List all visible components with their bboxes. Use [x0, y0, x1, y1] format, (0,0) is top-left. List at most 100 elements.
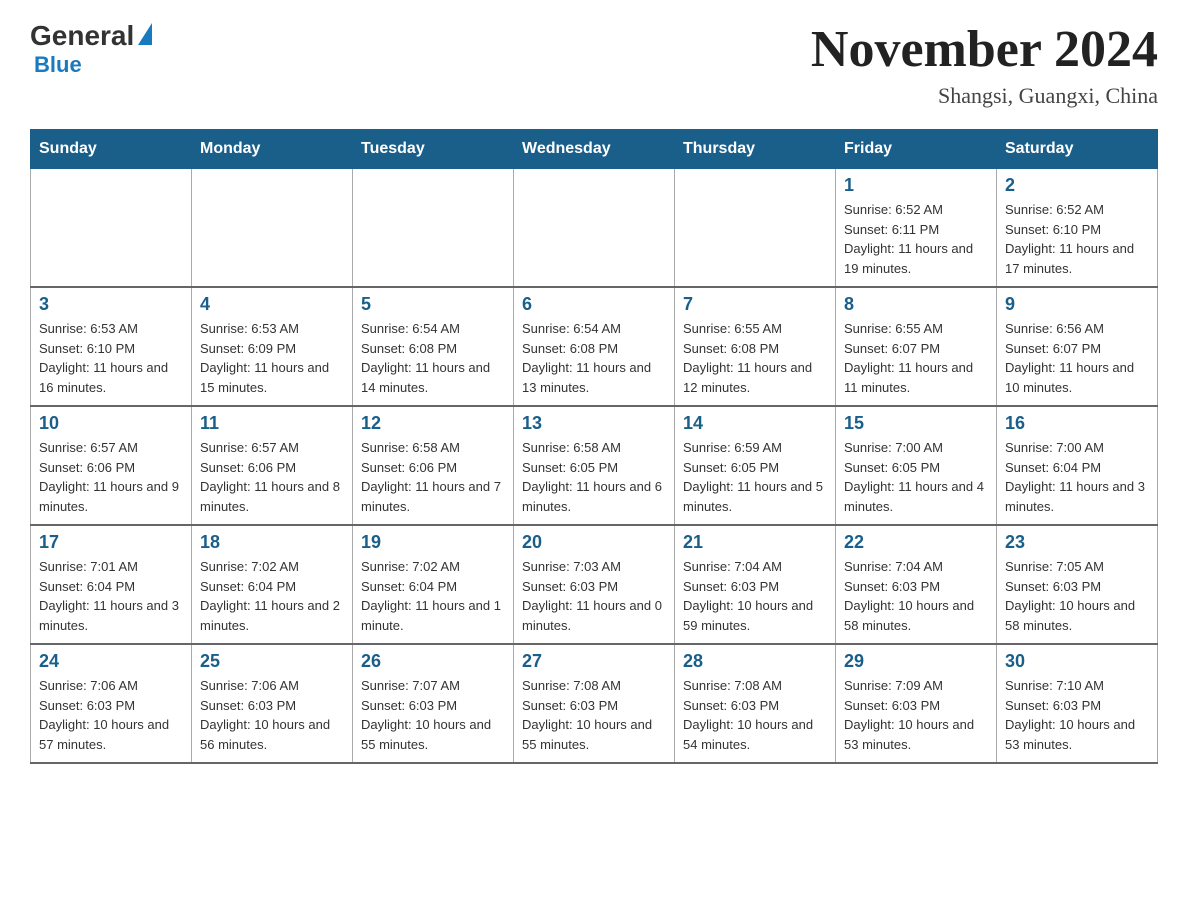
day-number: 13: [522, 413, 666, 434]
calendar-cell: 20 Sunrise: 7:03 AM Sunset: 6:03 PM Dayli…: [514, 525, 675, 644]
day-info: Sunrise: 7:04 AM Sunset: 6:03 PM Dayligh…: [683, 557, 827, 635]
day-info: Sunrise: 6:59 AM Sunset: 6:05 PM Dayligh…: [683, 438, 827, 516]
calendar-header-tuesday: Tuesday: [353, 130, 514, 169]
calendar-cell: 5 Sunrise: 6:54 AM Sunset: 6:08 PM Daylig…: [353, 287, 514, 406]
calendar-cell: 30 Sunrise: 7:10 AM Sunset: 6:03 PM Dayli…: [997, 644, 1158, 763]
logo-triangle-icon: [138, 23, 152, 45]
day-info: Sunrise: 7:03 AM Sunset: 6:03 PM Dayligh…: [522, 557, 666, 635]
calendar-week-row: 10 Sunrise: 6:57 AM Sunset: 6:06 PM Dayli…: [31, 406, 1158, 525]
day-info: Sunrise: 7:04 AM Sunset: 6:03 PM Dayligh…: [844, 557, 988, 635]
day-number: 4: [200, 294, 344, 315]
calendar-cell: [675, 169, 836, 288]
day-info: Sunrise: 7:02 AM Sunset: 6:04 PM Dayligh…: [361, 557, 505, 635]
day-number: 9: [1005, 294, 1149, 315]
day-number: 7: [683, 294, 827, 315]
calendar-cell: 16Sunrise: 7:00 AM Sunset: 6:04 PM Dayli…: [997, 406, 1158, 525]
calendar-cell: [353, 169, 514, 288]
day-info: Sunrise: 6:54 AM Sunset: 6:08 PM Dayligh…: [361, 319, 505, 397]
day-number: 11: [200, 413, 344, 434]
calendar-cell: [31, 169, 192, 288]
day-info: Sunrise: 7:06 AM Sunset: 6:03 PM Dayligh…: [39, 676, 183, 754]
day-info: Sunrise: 7:00 AM Sunset: 6:05 PM Dayligh…: [844, 438, 988, 516]
day-info: Sunrise: 7:08 AM Sunset: 6:03 PM Dayligh…: [522, 676, 666, 754]
calendar-cell: 4 Sunrise: 6:53 AM Sunset: 6:09 PM Daylig…: [192, 287, 353, 406]
day-info: Sunrise: 7:00 AM Sunset: 6:04 PM Dayligh…: [1005, 438, 1149, 516]
logo-general-text: General: [30, 20, 134, 52]
day-number: 8: [844, 294, 988, 315]
calendar-cell: 14Sunrise: 6:59 AM Sunset: 6:05 PM Dayli…: [675, 406, 836, 525]
day-info: Sunrise: 6:58 AM Sunset: 6:05 PM Dayligh…: [522, 438, 666, 516]
logo: General Blue: [30, 20, 152, 78]
calendar-header-row: SundayMondayTuesdayWednesdayThursdayFrid…: [31, 130, 1158, 169]
day-number: 28: [683, 651, 827, 672]
day-info: Sunrise: 7:06 AM Sunset: 6:03 PM Dayligh…: [200, 676, 344, 754]
day-info: Sunrise: 7:09 AM Sunset: 6:03 PM Dayligh…: [844, 676, 988, 754]
header: General Blue November 2024 Shangsi, Guan…: [30, 20, 1158, 109]
calendar-cell: 25 Sunrise: 7:06 AM Sunset: 6:03 PM Dayli…: [192, 644, 353, 763]
day-number: 12: [361, 413, 505, 434]
calendar-week-row: 17 Sunrise: 7:01 AM Sunset: 6:04 PM Dayli…: [31, 525, 1158, 644]
calendar-cell: 28 Sunrise: 7:08 AM Sunset: 6:03 PM Dayli…: [675, 644, 836, 763]
day-info: Sunrise: 6:52 AM Sunset: 6:11 PM Dayligh…: [844, 200, 988, 278]
title-area: November 2024 Shangsi, Guangxi, China: [811, 20, 1158, 109]
day-info: Sunrise: 6:52 AM Sunset: 6:10 PM Dayligh…: [1005, 200, 1149, 278]
day-info: Sunrise: 6:55 AM Sunset: 6:08 PM Dayligh…: [683, 319, 827, 397]
calendar-cell: 11 Sunrise: 6:57 AM Sunset: 6:06 PM Dayli…: [192, 406, 353, 525]
calendar-cell: 7 Sunrise: 6:55 AM Sunset: 6:08 PM Daylig…: [675, 287, 836, 406]
logo-blue-text: Blue: [34, 52, 82, 78]
calendar-cell: 18Sunrise: 7:02 AM Sunset: 6:04 PM Dayli…: [192, 525, 353, 644]
day-info: Sunrise: 7:08 AM Sunset: 6:03 PM Dayligh…: [683, 676, 827, 754]
calendar-cell: 19 Sunrise: 7:02 AM Sunset: 6:04 PM Dayli…: [353, 525, 514, 644]
calendar-cell: [514, 169, 675, 288]
day-number: 5: [361, 294, 505, 315]
day-number: 30: [1005, 651, 1149, 672]
calendar-cell: 10 Sunrise: 6:57 AM Sunset: 6:06 PM Dayli…: [31, 406, 192, 525]
calendar-cell: 21Sunrise: 7:04 AM Sunset: 6:03 PM Dayli…: [675, 525, 836, 644]
day-info: Sunrise: 6:55 AM Sunset: 6:07 PM Dayligh…: [844, 319, 988, 397]
day-number: 17: [39, 532, 183, 553]
day-number: 10: [39, 413, 183, 434]
calendar-cell: 6 Sunrise: 6:54 AM Sunset: 6:08 PM Daylig…: [514, 287, 675, 406]
calendar-cell: 8 Sunrise: 6:55 AM Sunset: 6:07 PM Daylig…: [836, 287, 997, 406]
day-number: 19: [361, 532, 505, 553]
calendar-header-friday: Friday: [836, 130, 997, 169]
day-info: Sunrise: 7:07 AM Sunset: 6:03 PM Dayligh…: [361, 676, 505, 754]
calendar-cell: 29 Sunrise: 7:09 AM Sunset: 6:03 PM Dayli…: [836, 644, 997, 763]
day-info: Sunrise: 6:57 AM Sunset: 6:06 PM Dayligh…: [200, 438, 344, 516]
calendar-cell: 13 Sunrise: 6:58 AM Sunset: 6:05 PM Dayli…: [514, 406, 675, 525]
day-info: Sunrise: 6:58 AM Sunset: 6:06 PM Dayligh…: [361, 438, 505, 516]
month-title: November 2024: [811, 20, 1158, 79]
calendar-cell: 22 Sunrise: 7:04 AM Sunset: 6:03 PM Dayli…: [836, 525, 997, 644]
day-number: 20: [522, 532, 666, 553]
calendar-cell: [192, 169, 353, 288]
calendar-header-saturday: Saturday: [997, 130, 1158, 169]
calendar-cell: 3 Sunrise: 6:53 AM Sunset: 6:10 PM Daylig…: [31, 287, 192, 406]
calendar-week-row: 1Sunrise: 6:52 AM Sunset: 6:11 PM Daylig…: [31, 169, 1158, 288]
day-info: Sunrise: 7:05 AM Sunset: 6:03 PM Dayligh…: [1005, 557, 1149, 635]
day-number: 26: [361, 651, 505, 672]
calendar-cell: 27 Sunrise: 7:08 AM Sunset: 6:03 PM Dayli…: [514, 644, 675, 763]
day-number: 27: [522, 651, 666, 672]
day-number: 3: [39, 294, 183, 315]
day-number: 6: [522, 294, 666, 315]
calendar: SundayMondayTuesdayWednesdayThursdayFrid…: [30, 129, 1158, 764]
day-info: Sunrise: 7:01 AM Sunset: 6:04 PM Dayligh…: [39, 557, 183, 635]
day-number: 24: [39, 651, 183, 672]
day-number: 29: [844, 651, 988, 672]
day-number: 18: [200, 532, 344, 553]
calendar-header-monday: Monday: [192, 130, 353, 169]
day-number: 22: [844, 532, 988, 553]
day-number: 25: [200, 651, 344, 672]
calendar-cell: 9 Sunrise: 6:56 AM Sunset: 6:07 PM Daylig…: [997, 287, 1158, 406]
day-info: Sunrise: 7:10 AM Sunset: 6:03 PM Dayligh…: [1005, 676, 1149, 754]
calendar-cell: 12 Sunrise: 6:58 AM Sunset: 6:06 PM Dayli…: [353, 406, 514, 525]
day-number: 23: [1005, 532, 1149, 553]
day-number: 15: [844, 413, 988, 434]
day-info: Sunrise: 6:56 AM Sunset: 6:07 PM Dayligh…: [1005, 319, 1149, 397]
day-info: Sunrise: 6:57 AM Sunset: 6:06 PM Dayligh…: [39, 438, 183, 516]
day-info: Sunrise: 6:53 AM Sunset: 6:09 PM Dayligh…: [200, 319, 344, 397]
calendar-cell: 24 Sunrise: 7:06 AM Sunset: 6:03 PM Dayli…: [31, 644, 192, 763]
day-info: Sunrise: 6:53 AM Sunset: 6:10 PM Dayligh…: [39, 319, 183, 397]
calendar-header-wednesday: Wednesday: [514, 130, 675, 169]
day-info: Sunrise: 6:54 AM Sunset: 6:08 PM Dayligh…: [522, 319, 666, 397]
